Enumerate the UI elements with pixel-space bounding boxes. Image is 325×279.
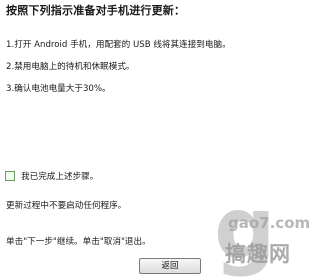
step-item: 2.禁用电脑上的待机和休眠模式。	[6, 62, 135, 72]
confirm-steps-checkbox[interactable]	[5, 171, 15, 181]
confirm-steps-label[interactable]: 我已完成上述步骤。	[21, 170, 98, 182]
watermark-site: gao7.com	[228, 214, 311, 232]
instruction-text: 单击"下一步"继续。单击"取消"退出。	[6, 237, 151, 247]
notice-text: 更新过程中不要启动任何程序。	[6, 201, 127, 211]
step-item: 1.打开 Android 手机，用配套的 USB 线将其连接到电脑。	[6, 40, 231, 50]
back-button[interactable]: 返回	[139, 258, 201, 274]
page-heading: 按照下列指示准备对手机进行更新：	[6, 4, 186, 17]
update-prep-page: 按照下列指示准备对手机进行更新： 1.打开 Android 手机，用配套的 US…	[0, 0, 325, 277]
watermark-name: 搞趣网	[225, 242, 291, 266]
confirm-steps-row[interactable]: 我已完成上述步骤。	[5, 170, 98, 182]
step-item: 3.确认电池电量大于30%。	[6, 84, 111, 94]
